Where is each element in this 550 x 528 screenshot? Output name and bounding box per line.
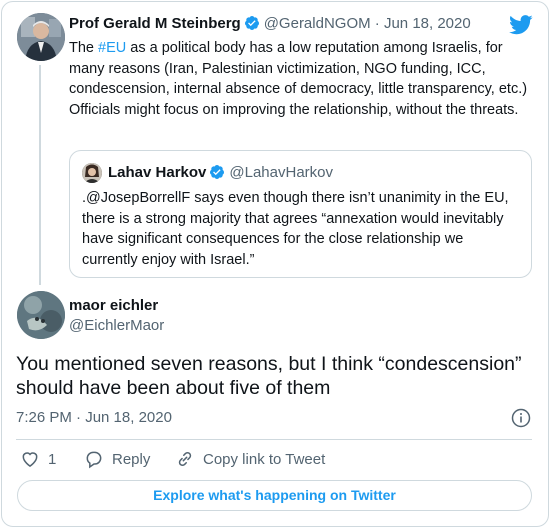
avatar-portrait-image [17,13,65,61]
parent-author-avatar[interactable] [17,13,65,61]
copy-link-label: Copy link to Tweet [203,450,326,468]
twitter-bird-icon[interactable] [509,14,533,36]
verified-badge-icon [244,16,259,30]
info-icon[interactable] [511,408,531,428]
tweet-timestamp[interactable]: 7:26 PM · Jun 18, 2020 [16,408,172,428]
thread-connector-line [39,65,41,285]
parent-text-pre: The [69,40,99,56]
reply-author-avatar[interactable] [17,291,65,339]
parent-text-post: as a political body has a low reputation… [69,40,528,118]
reply-button[interactable]: Reply [84,449,150,469]
reply-tweet-text: You mentioned seven reasons, but I think… [16,353,522,399]
parent-tweet-text: The #EU as a political body has a low re… [69,38,531,120]
hashtag-link[interactable]: #EU [98,40,126,56]
like-button[interactable]: 1 [20,449,56,469]
speech-bubble-icon [86,451,102,469]
reply-label: Reply [112,450,151,468]
actions-divider [16,439,532,440]
parent-tweet-header: Prof Gerald M Steinberg @GeraldNGOM · Jun… [69,14,471,34]
copy-link-button[interactable]: Copy link to Tweet [175,449,325,469]
reply-author-handle[interactable]: @EichlerMaor [69,316,164,336]
avatar-portrait-image [17,291,65,339]
explore-twitter-button[interactable]: Explore what's happening on Twitter [17,480,532,511]
quoted-author-avatar [82,163,102,183]
heart-icon [22,452,38,467]
like-count: 1 [48,450,57,468]
quoted-tweet-card[interactable]: Lahav Harkov @LahavHarkov .@JosepBorrellF… [69,150,532,278]
quoted-tweet-text: .@JosepBorrellF says even though there i… [82,190,509,268]
parent-author-handle[interactable]: @GeraldNGOM [264,15,371,32]
reply-author-name[interactable]: maor eichler [69,296,158,316]
link-icon [178,451,192,467]
quoted-author-handle: @LahavHarkov [229,164,333,181]
avatar-portrait-image [82,163,102,183]
separator-dot: · [374,15,380,32]
parent-tweet-date[interactable]: Jun 18, 2020 [384,15,471,32]
quoted-author-name: Lahav Harkov [108,164,207,181]
parent-author-name[interactable]: Prof Gerald M Steinberg [69,15,241,32]
quoted-tweet-header: Lahav Harkov @LahavHarkov [108,163,333,183]
verified-badge-icon [210,165,225,179]
